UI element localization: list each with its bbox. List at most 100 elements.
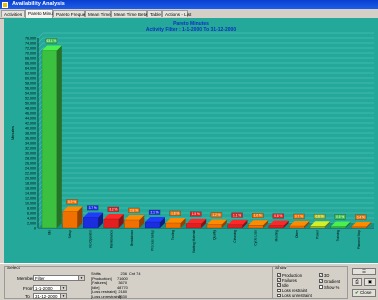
y-tick-label: 54,000 bbox=[25, 91, 36, 95]
y-tick-label: 60,000 bbox=[25, 76, 36, 80]
pareto-chart: Pareto Minutes Activity Filter : 1-1-200… bbox=[4, 18, 378, 263]
member-select-value: Filter bbox=[35, 276, 45, 281]
show-checkbox[interactable]: ✓ bbox=[277, 283, 281, 287]
x-tick-label: Tooling bbox=[171, 230, 175, 240]
bar bbox=[289, 225, 305, 229]
y-tick-label: 46,000 bbox=[25, 111, 36, 115]
bar bbox=[83, 217, 99, 229]
x-tick-label: Other bbox=[295, 229, 299, 238]
tab-table[interactable]: Table bbox=[147, 10, 162, 17]
x-tick-label: Cycle Loss bbox=[254, 230, 258, 246]
x-tick-label: Waiting Material bbox=[192, 230, 196, 253]
y-tick-label: 22,000 bbox=[25, 171, 36, 175]
y-tick-label: 0 bbox=[34, 226, 36, 230]
y-tick-label: 24,000 bbox=[25, 166, 36, 170]
data-label: 2.1 % bbox=[150, 210, 158, 214]
member-select[interactable]: Filter ▼ bbox=[33, 275, 85, 281]
data-label: 1.0 % bbox=[254, 214, 262, 218]
chevron-down-icon[interactable]: ▼ bbox=[60, 294, 66, 298]
y-tick-label: 2,000 bbox=[27, 221, 36, 225]
x-tick-label: Process Setup bbox=[151, 230, 155, 251]
y-tick-label: 66,000 bbox=[25, 61, 36, 65]
y-tick-label: 38,000 bbox=[25, 131, 36, 135]
y-tick-label: 4,000 bbox=[27, 216, 36, 220]
bar bbox=[124, 219, 140, 229]
tab-pareto-frequency[interactable]: Pareto Frequency bbox=[53, 10, 93, 17]
from-date-picker[interactable]: 1-1-2000 ▼ bbox=[33, 285, 67, 291]
data-label: 0.8 % bbox=[274, 214, 282, 218]
show-checkbox-label: Loss unrestraint bbox=[282, 293, 312, 299]
to-date-value: 31-12-2000 bbox=[35, 294, 58, 299]
y-tick-label: 6,000 bbox=[27, 211, 36, 215]
x-tick-label: Cleaning bbox=[233, 230, 237, 243]
y-tick-label: 32,000 bbox=[25, 146, 36, 150]
y-tick-label: 72,000 bbox=[25, 46, 36, 50]
tab-label: Actions - List bbox=[165, 12, 192, 17]
bar-side bbox=[56, 45, 62, 228]
list-icon: ☰ bbox=[361, 269, 367, 274]
data-label: 5.9 % bbox=[68, 200, 76, 204]
tab-mean-time-between[interactable]: Mean Time Between bbox=[111, 10, 156, 17]
chevron-down-icon[interactable]: ▼ bbox=[78, 276, 84, 280]
chart-canvas: 02,0004,0006,0008,00010,00012,00014,0001… bbox=[10, 32, 374, 253]
tab-activities[interactable]: Activities bbox=[1, 10, 25, 17]
bar bbox=[206, 224, 223, 229]
show-checkbox[interactable] bbox=[277, 293, 281, 298]
bar bbox=[248, 225, 264, 229]
show-group-title: Show bbox=[275, 265, 287, 270]
data-label: 1.2 % bbox=[212, 213, 220, 217]
list-button[interactable]: ☰ bbox=[352, 268, 376, 275]
stat-extra-value: 74 bbox=[136, 271, 141, 276]
display-checkbox[interactable]: ✓ bbox=[319, 273, 323, 277]
title-bar: Availability Analysis bbox=[0, 0, 378, 9]
bar bbox=[41, 50, 58, 229]
close-button[interactable]: ✔ Close bbox=[352, 289, 376, 297]
y-tick-label: 58,000 bbox=[25, 81, 36, 85]
data-label: 3.2 % bbox=[109, 207, 117, 211]
save-button[interactable]: ▣ bbox=[364, 278, 376, 286]
y-tick-label: 74,000 bbox=[25, 41, 36, 45]
tab-label: Table bbox=[150, 12, 161, 17]
data-label: 1.1 % bbox=[233, 213, 241, 217]
to-label: To bbox=[25, 294, 30, 299]
display-checkbox[interactable]: ✓ bbox=[319, 279, 323, 283]
y-tick-label: 26,000 bbox=[25, 161, 36, 165]
tab-pareto-minutes[interactable]: Pareto Minutes bbox=[25, 9, 59, 18]
y-tick-label: 76,000 bbox=[25, 36, 36, 40]
bar bbox=[144, 221, 161, 229]
show-group: Show ✓ Production ✓ Failures ✓ Idle Loss restr… bbox=[272, 265, 348, 299]
y-tick-label: 70,000 bbox=[25, 51, 36, 55]
x-tick-label: Idle bbox=[47, 230, 51, 235]
printer-icon: ⎙ bbox=[355, 279, 359, 284]
tab-actions-list[interactable]: Actions - List bbox=[162, 10, 192, 17]
bar bbox=[268, 225, 284, 229]
show-checkbox[interactable]: ✓ bbox=[277, 273, 281, 277]
bar bbox=[103, 218, 119, 229]
bottom-panel: Select Member Filter ▼ From 1-1-2000 ▼ To … bbox=[0, 263, 378, 300]
print-button[interactable]: ⎙ bbox=[352, 278, 362, 286]
show-checkbox[interactable] bbox=[277, 288, 281, 293]
disk-icon: ▣ bbox=[367, 279, 373, 284]
display-checkbox[interactable] bbox=[319, 285, 323, 289]
window-title: Availability Analysis bbox=[12, 1, 65, 7]
select-group: Select Member Filter ▼ From 1-1-2000 ▼ To … bbox=[4, 265, 304, 299]
data-label: 0.5 % bbox=[336, 215, 344, 219]
stats-extra: Cnt 74 bbox=[129, 271, 141, 277]
x-tick-label: No Operator bbox=[89, 229, 93, 247]
tab-mean-time-to[interactable]: Mean Time To bbox=[85, 10, 117, 17]
y-tick-label: 42,000 bbox=[25, 121, 36, 125]
bar bbox=[330, 226, 346, 229]
x-tick-label: Maintenance bbox=[109, 230, 113, 248]
y-tick-label: 48,000 bbox=[25, 106, 36, 110]
data-label: 2.8 % bbox=[130, 208, 138, 212]
data-label: 0.7 % bbox=[295, 214, 303, 218]
x-tick-label: Power bbox=[316, 229, 320, 239]
x-tick-label: Planned Stop bbox=[357, 230, 361, 249]
data-label: 3.7 % bbox=[89, 206, 97, 210]
bar bbox=[309, 226, 326, 229]
chevron-down-icon[interactable]: ▼ bbox=[60, 286, 66, 290]
x-tick-label: Breakdown bbox=[130, 230, 134, 246]
show-checkbox[interactable]: ✓ bbox=[277, 278, 281, 282]
from-date-value: 1-1-2000 bbox=[35, 286, 53, 291]
to-date-picker[interactable]: 31-12-2000 ▼ bbox=[33, 293, 67, 299]
